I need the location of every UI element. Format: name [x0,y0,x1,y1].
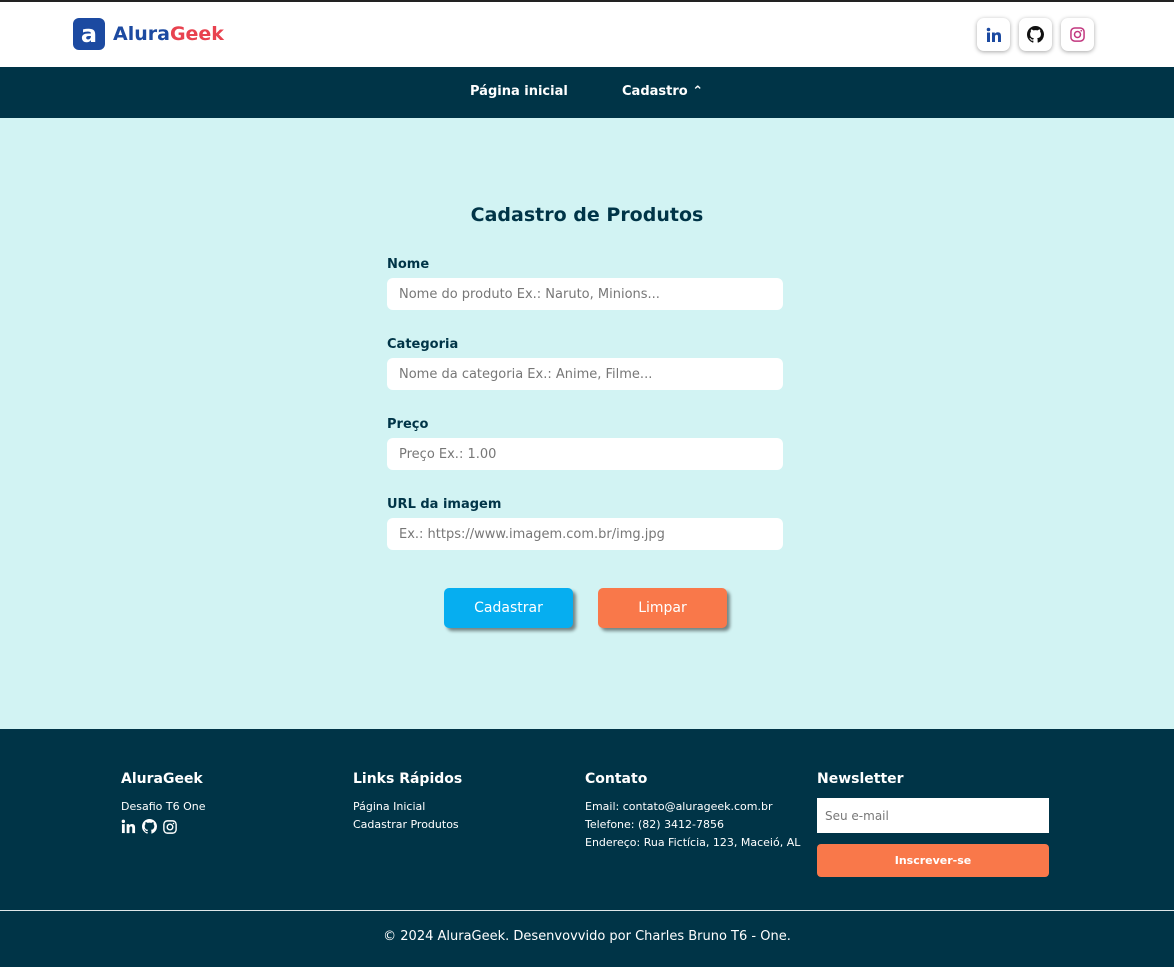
category-label: Categoria [387,337,459,352]
page-title: Cadastro de Produtos [470,204,704,226]
instagram-icon [163,819,177,834]
logo-mark: a [73,18,105,50]
price-label: Preço [387,417,429,432]
footer-links-title: Links Rápidos [353,771,463,787]
brand-name-part1: Alura [113,23,170,45]
footer-about: AluraGeek Desafio T6 One [121,771,205,834]
linkedin-icon [986,27,1001,42]
clear-button[interactable]: Limpar [598,588,727,628]
github-icon [142,819,157,834]
contact-phone: Telefone: (82) 3412-7856 [585,818,725,831]
nav-home-link[interactable]: Página inicial [470,84,568,99]
footer-contact-title: Contato [585,771,648,787]
image-url-input[interactable] [387,518,783,550]
image-url-label: URL da imagem [387,497,502,512]
footer-linkedin-link[interactable] [121,819,136,834]
footer-social-links [121,819,205,834]
copyright: © 2024 AluraGeek. Desenvovvido por Charl… [383,929,791,944]
footer-instagram-link[interactable] [163,819,177,834]
footer: AluraGeek Desafio T6 One Links Rápidos P… [0,729,1174,967]
price-input[interactable] [387,438,783,470]
github-icon [1027,26,1044,43]
top-header: a AluraGeek [0,0,1174,67]
logo[interactable]: a AluraGeek [73,18,224,50]
contact-address: Endereço: Rua Fictícia, 123, Maceió, AL [585,836,801,849]
name-input[interactable] [387,278,783,310]
footer-links: Links Rápidos Página Inicial Cadastrar P… [353,771,462,834]
name-label: Nome [387,257,430,272]
footer-newsletter: Newsletter Inscrever-se [817,771,1049,877]
footer-github-link[interactable] [142,819,157,834]
main-nav: Página inicial Cadastro ⌃ [0,67,1174,118]
linkedin-icon [121,819,136,834]
footer-about-text: Desafio T6 One [121,800,206,813]
brand-name-part2: Geek [169,23,224,45]
footer-contact: Contato Email: contato@alurageek.com.br … [585,771,800,852]
social-links [977,18,1094,51]
submit-button[interactable]: Cadastrar [444,588,573,628]
newsletter-title: Newsletter [817,771,904,787]
contact-email: Email: contato@alurageek.com.br [585,800,773,813]
footer-divider [0,910,1174,911]
footer-link-register[interactable]: Cadastrar Produtos [353,816,462,834]
linkedin-button[interactable] [977,18,1010,51]
nav-register-dropdown[interactable]: Cadastro ⌃ [622,84,703,99]
footer-link-home[interactable]: Página Inicial [353,798,462,816]
github-button[interactable] [1019,18,1052,51]
brand-name: AluraGeek [113,23,224,45]
newsletter-email-input[interactable] [817,798,1049,833]
footer-about-title: AluraGeek [121,771,203,787]
instagram-icon [1070,27,1085,42]
category-input[interactable] [387,358,783,390]
newsletter-subscribe-button[interactable]: Inscrever-se [817,844,1049,877]
instagram-button[interactable] [1061,18,1094,51]
